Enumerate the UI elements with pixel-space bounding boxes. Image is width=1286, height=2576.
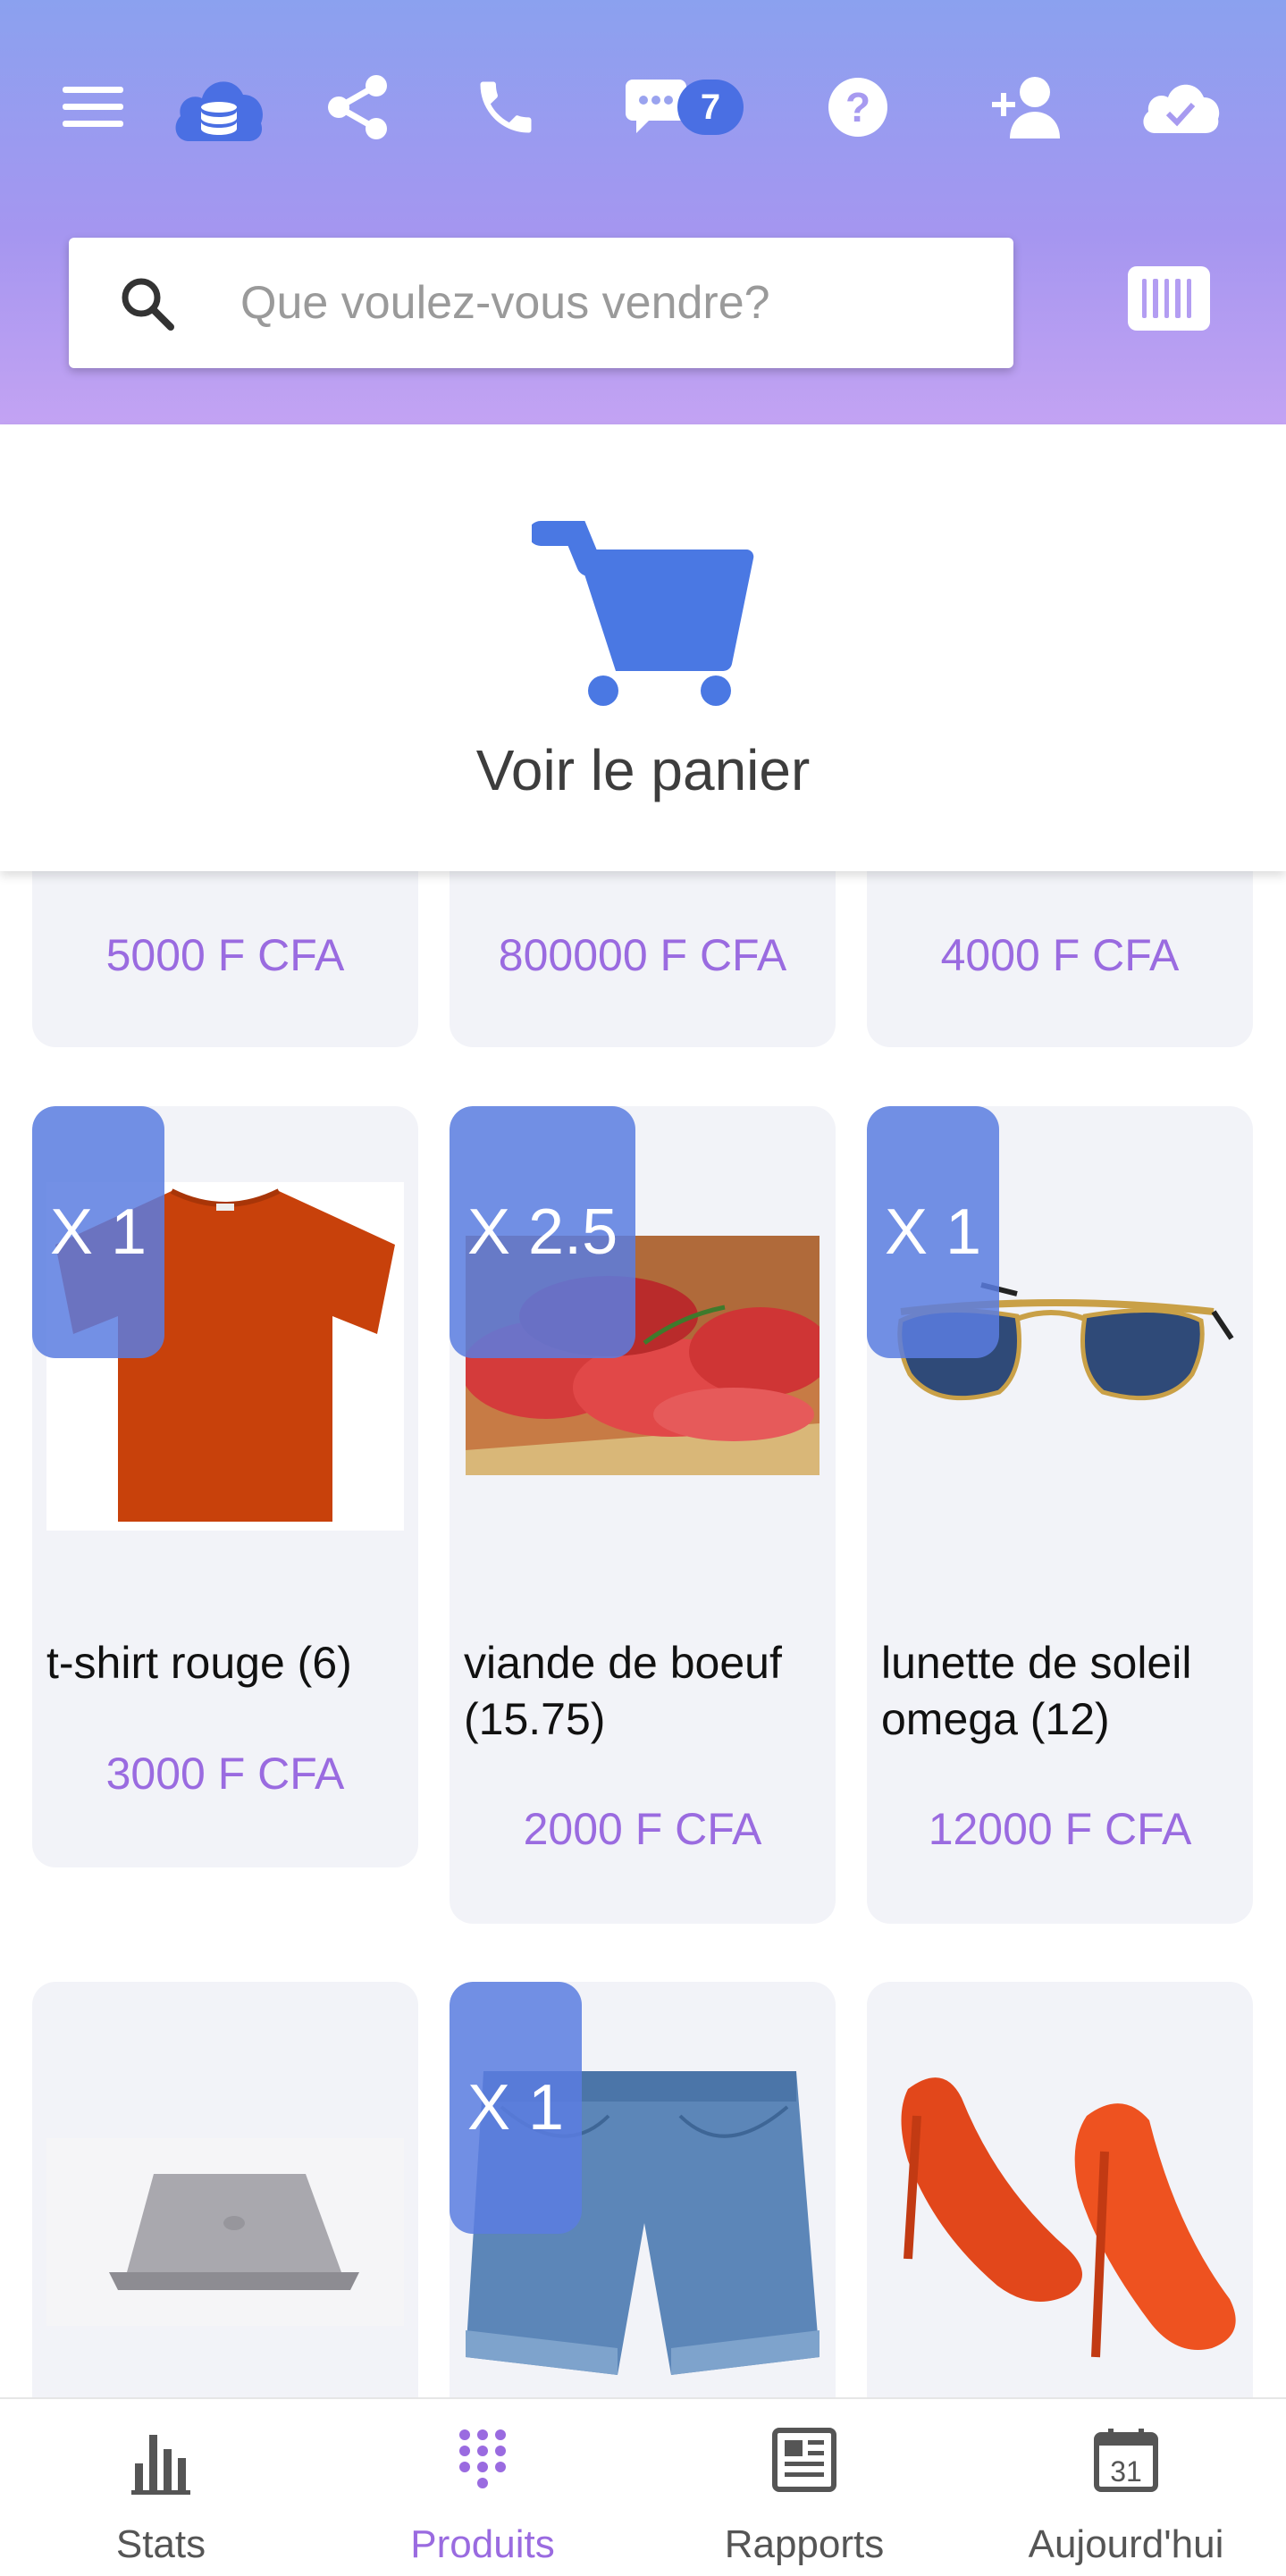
cart-icon [528,514,755,710]
top-toolbar: 7 ? [0,54,1286,161]
product-name: lunette de soleil omega (12) [881,1638,1192,1744]
product-card[interactable] [867,1982,1253,2429]
product-card[interactable]: X 1 [450,1982,836,2429]
bottom-navigation: Stats Produits Rapports 31 Aujourd'hui [0,2397,1286,2576]
product-price: 4000 F CFA [940,930,1180,980]
calendar-day: 31 [1110,2455,1142,2488]
product-card[interactable]: X 1 t-shirt rouge (6) 3000 F CFA [32,1106,418,1867]
svg-text:?: ? [845,84,870,130]
product-price: 2000 F CFA [523,1804,762,1854]
product-price: 3000 F CFA [105,1749,345,1799]
quantity-badge: X 1 [450,1982,583,2234]
product-card[interactable]: X 2.5 viande de boeuf (15.75) 2000 F CFA [450,1106,836,1924]
product-card[interactable] [32,1982,418,2429]
bar-chart-icon [0,2428,322,2496]
product-price: 5000 F CFA [105,930,345,980]
tab-aujourdhui[interactable]: 31 Aujourd'hui [965,2399,1286,2576]
phone-icon[interactable] [468,54,543,161]
product-price: 800000 F CFA [498,930,787,980]
product-card[interactable]: X 1 lunette de soleil omega (12) 12000 F… [867,1106,1253,1924]
quantity-badge: X 1 [32,1106,165,1358]
chat-button[interactable]: 7 [613,54,756,161]
search-input[interactable] [239,275,957,331]
barcode-icon[interactable] [1128,266,1210,331]
quantity-badge: X 1 [867,1106,1000,1358]
tab-label: Rapports [724,2522,885,2566]
product-name: viande de boeuf (15.75) [464,1638,782,1744]
chat-count-badge: 7 [677,80,744,135]
search-box[interactable] [69,238,1013,368]
orange-heels-image [881,2062,1239,2384]
tab-produits[interactable]: Produits [322,2399,643,2576]
tab-rapports[interactable]: Rapports [643,2399,965,2576]
menu-icon[interactable] [55,54,130,161]
tab-label: Aujourd'hui [1028,2522,1224,2566]
cart-label: Voir le panier [475,738,811,802]
add-user-icon[interactable] [990,54,1069,161]
share-icon[interactable] [324,54,391,161]
view-cart-button[interactable]: Voir le panier [0,424,1286,871]
product-price: 12000 F CFA [928,1804,1192,1854]
calendar-icon: 31 [965,2428,1286,2492]
quantity-badge: X 2.5 [450,1106,636,1358]
laptop-image [46,2138,404,2326]
app-header: 7 ? [0,0,1286,424]
cloud-database-icon[interactable] [170,54,268,161]
tab-label: Produits [410,2522,555,2566]
product-name: t-shirt rouge (6) [46,1638,352,1688]
tab-stats[interactable]: Stats [0,2399,322,2576]
grid-dots-icon [322,2428,643,2492]
tab-label: Stats [115,2522,206,2566]
cloud-check-icon[interactable] [1137,54,1223,161]
help-icon[interactable]: ? [826,54,890,161]
newspaper-icon [643,2428,965,2492]
search-icon [119,275,190,331]
